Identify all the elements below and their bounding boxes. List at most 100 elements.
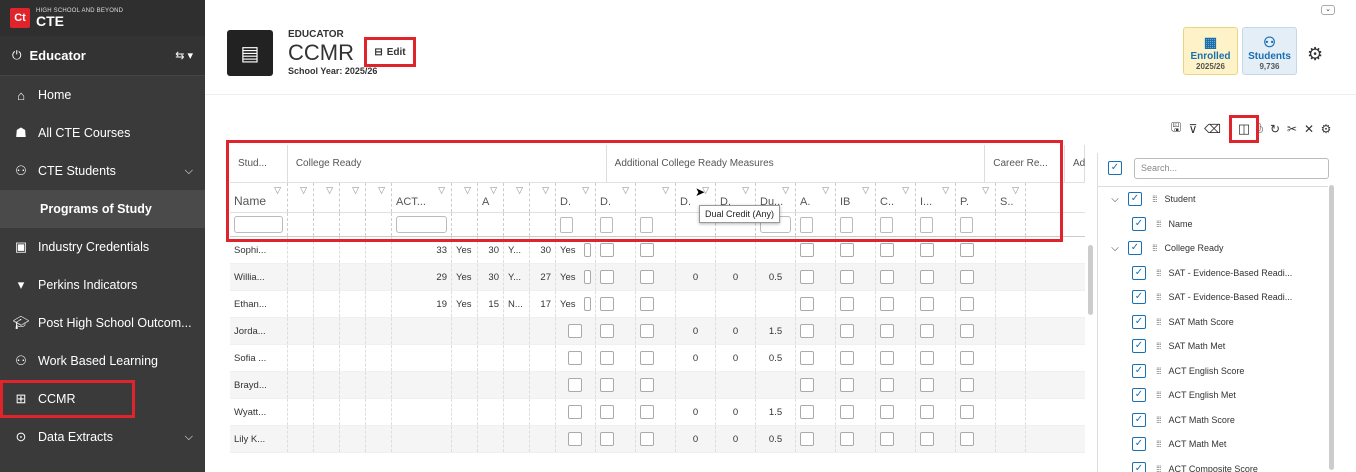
row-checkbox[interactable] bbox=[600, 270, 614, 284]
group-college-ready[interactable]: College Ready bbox=[288, 145, 607, 182]
column-header[interactable]: D. ▽ bbox=[556, 183, 596, 212]
column-filter-icon[interactable]: ▽ bbox=[352, 185, 359, 196]
column-header[interactable]: ▽ bbox=[366, 183, 392, 212]
nav-data-extracts[interactable]: ⊙ Data Extracts ⌵ bbox=[0, 418, 205, 456]
row-checkbox[interactable] bbox=[800, 405, 814, 419]
row-checkbox[interactable] bbox=[960, 297, 974, 311]
table-row[interactable]: Brayd... bbox=[230, 372, 1085, 399]
drag-handle-icon[interactable]: ⁞⁞⁞ bbox=[1156, 366, 1161, 376]
row-checkbox[interactable] bbox=[920, 405, 934, 419]
row-checkbox[interactable] bbox=[920, 324, 934, 338]
column-header[interactable]: ▽ bbox=[340, 183, 366, 212]
table-row[interactable]: Ethan... 19 Yes 15 N... 17 Yes bbox=[230, 291, 1085, 318]
row-checkbox[interactable] bbox=[583, 297, 591, 311]
column-item[interactable]: ✓ ⁞⁞⁞ Name bbox=[1098, 212, 1328, 237]
column-checkbox[interactable]: ✓ bbox=[1132, 314, 1146, 329]
column-header[interactable]: A. ▽ bbox=[796, 183, 836, 212]
column-checkbox[interactable]: ✓ bbox=[1132, 412, 1146, 427]
column-filter-icon[interactable]: ▽ bbox=[464, 185, 471, 196]
column-filter-icon[interactable]: ▽ bbox=[438, 185, 445, 196]
chevron-down-icon[interactable]: ⌵ bbox=[1108, 243, 1122, 254]
filter-input[interactable] bbox=[234, 216, 283, 233]
column-header[interactable]: P. ▽ bbox=[956, 183, 996, 212]
row-checkbox[interactable] bbox=[880, 297, 894, 311]
column-filter-icon[interactable]: ▽ bbox=[542, 185, 549, 196]
column-filter-icon[interactable]: ▽ bbox=[742, 185, 749, 196]
nav-ccmr[interactable]: ⊞ CCMR bbox=[0, 380, 135, 418]
drag-handle-icon[interactable]: ⁞⁞⁞ bbox=[1156, 268, 1161, 278]
nav-programs-of-study[interactable]: Programs of Study bbox=[0, 190, 205, 228]
row-checkbox[interactable] bbox=[640, 243, 654, 257]
column-item[interactable]: ✓ ⁞⁞⁞ SAT Math Met bbox=[1098, 334, 1328, 359]
column-filter-icon[interactable]: ▽ bbox=[942, 185, 949, 196]
row-checkbox[interactable] bbox=[840, 378, 854, 392]
column-filter-icon[interactable]: ▽ bbox=[822, 185, 829, 196]
table-row[interactable]: Wyatt... 0 0 1.5 bbox=[230, 399, 1085, 426]
row-checkbox[interactable] bbox=[960, 270, 974, 284]
column-item[interactable]: ✓ ⁞⁞⁞ ACT English Met bbox=[1098, 383, 1328, 408]
column-item[interactable]: ✓ ⁞⁞⁞ SAT - Evidence-Based Readi... bbox=[1098, 285, 1328, 310]
nav-industry-credentials[interactable]: ▣ Industry Credentials bbox=[0, 228, 205, 266]
row-checkbox[interactable] bbox=[640, 270, 654, 284]
row-checkbox[interactable] bbox=[568, 324, 582, 338]
row-checkbox[interactable] bbox=[880, 324, 894, 338]
row-checkbox[interactable] bbox=[840, 270, 854, 284]
column-filter-icon[interactable]: ▽ bbox=[862, 185, 869, 196]
row-checkbox[interactable] bbox=[880, 270, 894, 284]
drag-handle-icon[interactable]: ⁞⁞⁞ bbox=[1156, 415, 1161, 425]
column-item[interactable]: ✓ ⁞⁞⁞ ACT Math Score bbox=[1098, 408, 1328, 433]
filter-checkbox[interactable] bbox=[800, 216, 813, 233]
row-checkbox[interactable] bbox=[880, 405, 894, 419]
column-search-input[interactable]: Search... bbox=[1134, 158, 1329, 179]
row-checkbox[interactable] bbox=[840, 324, 854, 338]
row-checkbox[interactable] bbox=[960, 378, 974, 392]
row-checkbox[interactable] bbox=[800, 351, 814, 365]
row-checkbox[interactable] bbox=[960, 243, 974, 257]
clear-filter-icon[interactable]: ⌫ bbox=[1204, 122, 1221, 136]
column-filter-icon[interactable]: ▽ bbox=[1012, 185, 1019, 196]
nav-work-based-learning[interactable]: ⚇ Work Based Learning bbox=[0, 342, 205, 380]
column-checkbox[interactable]: ✓ bbox=[1132, 216, 1146, 231]
drag-handle-icon[interactable]: ⁞⁞⁞ bbox=[1156, 390, 1161, 400]
column-header[interactable]: ACT... ▽ bbox=[392, 183, 452, 212]
filter-checkbox[interactable] bbox=[840, 216, 853, 233]
column-filter-icon[interactable]: ▽ bbox=[274, 185, 281, 196]
select-all-checkbox[interactable]: ✓ bbox=[1108, 161, 1122, 175]
column-header[interactable]: C.. ▽ bbox=[876, 183, 916, 212]
column-checkbox[interactable]: ✓ bbox=[1132, 363, 1146, 378]
row-checkbox[interactable] bbox=[840, 297, 854, 311]
row-checkbox[interactable] bbox=[568, 351, 582, 365]
filter-checkbox[interactable] bbox=[600, 216, 613, 233]
table-row[interactable]: Lily K... 0 0 0.5 bbox=[230, 426, 1085, 453]
column-header[interactable]: ▽ bbox=[636, 183, 676, 212]
column-header[interactable]: ▽ bbox=[314, 183, 340, 212]
filter-input[interactable] bbox=[396, 216, 447, 233]
drag-handle-icon[interactable]: ⁞⁞⁞ bbox=[1156, 317, 1161, 327]
column-item[interactable]: ✓ ⁞⁞⁞ SAT - Evidence-Based Readi... bbox=[1098, 261, 1328, 286]
group-career-ready[interactable]: Career Re... bbox=[985, 145, 1065, 182]
settings-gear-icon[interactable]: ⚙ bbox=[1307, 44, 1323, 65]
column-checkbox[interactable]: ✓ bbox=[1132, 388, 1146, 403]
nav-home[interactable]: ⌂ Home bbox=[0, 76, 205, 114]
row-checkbox[interactable] bbox=[920, 432, 934, 446]
column-header[interactable]: A ▽ bbox=[478, 183, 504, 212]
row-checkbox[interactable] bbox=[840, 405, 854, 419]
row-checkbox[interactable] bbox=[568, 432, 582, 446]
row-checkbox[interactable] bbox=[583, 270, 591, 284]
row-checkbox[interactable] bbox=[960, 324, 974, 338]
column-header[interactable]: S.. ▽ bbox=[996, 183, 1026, 212]
table-row[interactable]: Jorda... 0 0 1.5 bbox=[230, 318, 1085, 345]
table-row[interactable]: Willia... 29 Yes 30 Y... 27 Yes 0 0 0.5 bbox=[230, 264, 1085, 291]
filter-checkbox[interactable] bbox=[920, 216, 933, 233]
collapse-icon[interactable]: ⌄ bbox=[1321, 5, 1335, 15]
column-group-item[interactable]: ⌵ ✓ ⁞⁞⁞ Student bbox=[1098, 187, 1328, 212]
row-checkbox[interactable] bbox=[800, 243, 814, 257]
column-filter-icon[interactable]: ▽ bbox=[378, 185, 385, 196]
drag-handle-icon[interactable]: ⁞⁞⁞ bbox=[1156, 292, 1161, 302]
row-checkbox[interactable] bbox=[920, 270, 934, 284]
column-header[interactable]: I... ▽ bbox=[916, 183, 956, 212]
column-header[interactable]: Name ▽ bbox=[230, 183, 288, 212]
row-checkbox[interactable] bbox=[840, 351, 854, 365]
column-filter-icon[interactable]: ▽ bbox=[662, 185, 669, 196]
panel-scrollbar[interactable] bbox=[1329, 185, 1334, 470]
